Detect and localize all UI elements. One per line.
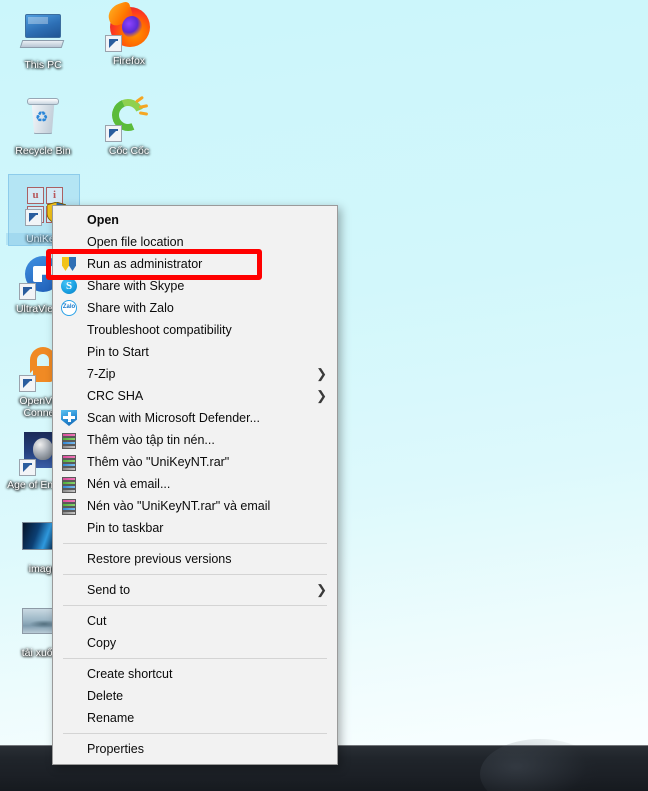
- menu-item-open-file-location[interactable]: Open file location: [53, 231, 337, 253]
- menu-item-label: Scan with Microsoft Defender...: [87, 411, 260, 425]
- menu-item-label: Nén vào "UniKeyNT.rar" và email: [87, 499, 271, 513]
- menu-item-rename[interactable]: Rename: [53, 707, 337, 729]
- desktop-icon-label: Cốc Cốc: [108, 145, 150, 157]
- desktop-icon-firefox[interactable]: Firefox: [92, 4, 166, 67]
- menu-separator: [63, 733, 327, 734]
- menu-item-crc-sha[interactable]: CRC SHA ❯: [53, 385, 337, 407]
- shield-icon: [61, 256, 77, 272]
- menu-item-scan-with-microsoft-defender[interactable]: Scan with Microsoft Defender...: [53, 407, 337, 429]
- menu-item-send-to[interactable]: Send to ❯: [53, 579, 337, 601]
- menu-item-open[interactable]: Open: [53, 209, 337, 231]
- desktop-icon-label: Firefox: [112, 55, 146, 67]
- zalo-icon: Zalo: [61, 300, 77, 316]
- menu-item-copy[interactable]: Copy: [53, 632, 337, 654]
- desktop-icon-this-pc[interactable]: This PC: [6, 8, 80, 71]
- firefox-icon: [105, 4, 153, 52]
- shortcut-arrow-icon: [105, 35, 122, 52]
- menu-item-label: Create shortcut: [87, 667, 173, 681]
- menu-item-label: Thêm vào tập tin nén...: [87, 433, 215, 447]
- menu-item-label: Copy: [87, 636, 117, 650]
- menu-item-label: Cut: [87, 614, 107, 628]
- desktop-icon-label: Recycle Bin: [15, 145, 71, 157]
- menu-item-label: Thêm vào "UniKeyNT.rar": [87, 455, 230, 469]
- menu-item-them-vao-tap-tin-nen[interactable]: Thêm vào tập tin nén...: [53, 429, 337, 451]
- menu-item-pin-to-start[interactable]: Pin to Start: [53, 341, 337, 363]
- menu-item-restore-previous-versions[interactable]: Restore previous versions: [53, 548, 337, 570]
- winrar-icon: [61, 476, 77, 493]
- menu-item-them-vao-unikeynt-rar[interactable]: Thêm vào "UniKeyNT.rar": [53, 451, 337, 473]
- defender-icon: [61, 410, 77, 426]
- menu-item-label: Pin to Start: [87, 345, 149, 359]
- menu-item-label: Share with Zalo: [87, 301, 174, 315]
- winrar-icon: [61, 498, 77, 515]
- menu-item-cut[interactable]: Cut: [53, 610, 337, 632]
- menu-item-label: Rename: [87, 711, 135, 725]
- menu-item-nen-vao-unikeynt-rar-va-email[interactable]: Nén vào "UniKeyNT.rar" và email: [53, 495, 337, 517]
- menu-item-label: Send to: [87, 583, 131, 597]
- menu-item-create-shortcut[interactable]: Create shortcut: [53, 663, 337, 685]
- menu-item-pin-to-taskbar[interactable]: Pin to taskbar: [53, 517, 337, 539]
- desktop-icon-label: This PC: [24, 59, 62, 71]
- context-menu[interactable]: Open Open file location Run as administr…: [52, 205, 338, 765]
- shortcut-arrow-icon: [105, 125, 122, 142]
- menu-item-run-as-administrator[interactable]: Run as administrator: [53, 253, 337, 275]
- menu-item-nen-va-email[interactable]: Nén và email...: [53, 473, 337, 495]
- recycle-bin-icon: ♻: [19, 94, 67, 142]
- shortcut-arrow-icon: [19, 459, 36, 476]
- menu-item-7-zip[interactable]: 7-Zip ❯: [53, 363, 337, 385]
- desktop: This PC Firefox ♻ Recycle Bin Cốc Cốc u …: [0, 0, 648, 791]
- taskbar-glow: [480, 739, 600, 791]
- chevron-right-icon: ❯: [316, 388, 327, 403]
- desktop-icon-coc-coc[interactable]: Cốc Cốc: [92, 94, 166, 157]
- menu-item-label: 7-Zip: [87, 367, 116, 381]
- skype-icon: S: [61, 278, 77, 294]
- menu-item-label: CRC SHA: [87, 389, 144, 403]
- menu-item-share-with-zalo[interactable]: Zalo Share with Zalo: [53, 297, 337, 319]
- menu-separator: [63, 574, 327, 575]
- menu-item-label: Restore previous versions: [87, 552, 232, 566]
- winrar-icon: [61, 454, 77, 471]
- shortcut-arrow-icon: [25, 209, 42, 226]
- chevron-right-icon: ❯: [316, 366, 327, 381]
- desktop-icon-recycle-bin[interactable]: ♻ Recycle Bin: [6, 94, 80, 157]
- shortcut-arrow-icon: [19, 283, 36, 300]
- menu-item-label: Run as administrator: [87, 257, 203, 271]
- winrar-icon: [61, 432, 77, 449]
- menu-item-share-with-skype[interactable]: S Share with Skype: [53, 275, 337, 297]
- this-pc-icon: [19, 8, 67, 56]
- menu-separator: [63, 543, 327, 544]
- menu-item-delete[interactable]: Delete: [53, 685, 337, 707]
- menu-item-label: Properties: [87, 742, 144, 756]
- menu-separator: [63, 658, 327, 659]
- menu-item-label: Pin to taskbar: [87, 521, 164, 535]
- coc-coc-icon: [105, 94, 153, 142]
- menu-item-label: Delete: [87, 689, 124, 703]
- menu-item-label: Share with Skype: [87, 279, 185, 293]
- menu-item-troubleshoot-compatibility[interactable]: Troubleshoot compatibility: [53, 319, 337, 341]
- chevron-right-icon: ❯: [316, 582, 327, 597]
- menu-separator: [63, 605, 327, 606]
- menu-item-properties[interactable]: Properties: [53, 738, 337, 760]
- menu-item-label: Troubleshoot compatibility: [87, 323, 232, 337]
- menu-item-label: Open file location: [87, 235, 184, 249]
- menu-item-label: Nén và email...: [87, 477, 171, 491]
- shortcut-arrow-icon: [19, 375, 36, 392]
- menu-item-label: Open: [87, 213, 119, 227]
